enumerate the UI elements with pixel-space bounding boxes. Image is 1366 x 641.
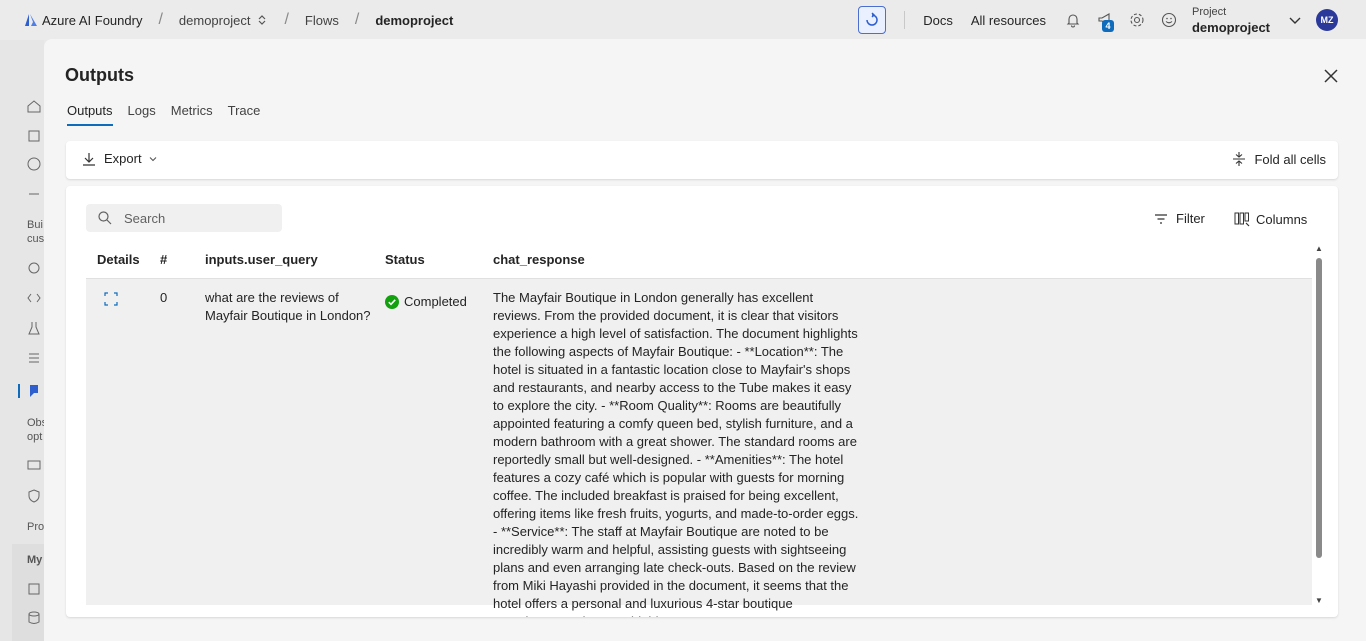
all-resources-link[interactable]: All resources <box>971 13 1046 28</box>
azure-logo-icon <box>25 14 37 26</box>
row-user-query: what are the reviews of Mayfair Boutique… <box>205 290 371 323</box>
check-circle-icon <box>385 295 399 309</box>
tab-metrics[interactable]: Metrics <box>171 103 213 126</box>
scroll-up-arrow[interactable]: ▲ <box>1314 244 1324 254</box>
fold-icon <box>1233 152 1246 166</box>
notification-badge: 4 <box>1101 20 1114 32</box>
close-button[interactable] <box>1322 67 1340 85</box>
bell-icon <box>1066 14 1080 28</box>
column-header-user-query[interactable]: inputs.user_query <box>205 252 318 267</box>
project-label: Project <box>1191 6 1227 18</box>
fold-all-cells-label: Fold all cells <box>1254 151 1326 167</box>
breadcrumb-separator: / <box>354 11 360 28</box>
panel-title: Outputs <box>65 65 134 85</box>
columns-button[interactable]: Columns <box>1234 211 1307 227</box>
vertical-scrollbar[interactable]: ▲ ▼ <box>1314 244 1324 606</box>
export-button[interactable]: Export <box>82 151 166 166</box>
filter-label: Filter <box>1176 211 1205 226</box>
docs-link[interactable]: Docs <box>923 13 953 28</box>
link-icon[interactable] <box>26 186 42 202</box>
home-icon[interactable] <box>26 98 42 114</box>
row-index: 0 <box>160 290 168 305</box>
avatar[interactable]: MZ <box>1316 9 1338 31</box>
breadcrumb-flows[interactable]: Flows <box>305 13 339 28</box>
expand-icon[interactable] <box>104 292 118 306</box>
breadcrumb-separator: / <box>284 11 289 28</box>
brand[interactable]: Azure AI Foundry <box>24 13 142 28</box>
columns-icon <box>1234 212 1250 227</box>
outputs-content: Filter Columns Details # inputs.user_que… <box>66 186 1338 617</box>
brand-name: Azure AI Foundry <box>42 12 143 28</box>
sparkle-icon[interactable] <box>26 260 42 276</box>
filter-button[interactable]: Filter <box>1154 211 1205 226</box>
search-input[interactable] <box>122 209 276 227</box>
outputs-panel: Outputs Outputs Logs Metrics Trace Expor… <box>44 39 1366 641</box>
notifications-button[interactable] <box>1064 11 1082 29</box>
search-box[interactable] <box>86 204 282 232</box>
rail-section-label: opt <box>27 431 43 443</box>
list-icon[interactable] <box>26 350 42 366</box>
filter-icon <box>1155 213 1167 224</box>
column-header-chat-response[interactable]: chat_response <box>493 252 585 267</box>
settings-button[interactable] <box>1128 11 1146 29</box>
rail-section-label: Obs <box>27 417 44 429</box>
breadcrumb-current[interactable]: demoproject <box>375 13 453 28</box>
feedback-button[interactable] <box>1160 11 1178 29</box>
breadcrumb-project[interactable]: demoproject <box>179 13 269 28</box>
table-row[interactable]: 0 what are the reviews of Mayfair Boutiq… <box>86 279 1312 617</box>
close-icon <box>1324 69 1338 83</box>
tab-logs[interactable]: Logs <box>128 103 156 126</box>
project-name: demoproject <box>1191 20 1270 35</box>
chevron-down-icon[interactable] <box>1288 13 1302 27</box>
column-header-index[interactable]: # <box>160 252 167 267</box>
code-icon[interactable] <box>26 290 42 306</box>
copilot-icon <box>866 12 878 26</box>
scroll-thumb[interactable] <box>1316 258 1322 558</box>
columns-label: Columns <box>1256 211 1308 227</box>
column-header-details[interactable]: Details <box>97 252 140 267</box>
database-icon[interactable] <box>26 610 42 626</box>
breadcrumb-separator: / <box>158 11 163 28</box>
prompt-flow-icon[interactable] <box>26 383 42 399</box>
tab-trace[interactable]: Trace <box>228 103 261 126</box>
divider <box>904 11 906 29</box>
rail-section-label: cus <box>27 233 44 245</box>
copilot-button[interactable] <box>858 6 887 34</box>
left-rail: Bui cus Obs opt Pro My <box>0 40 44 641</box>
project-selector[interactable]: Project demoproject <box>1192 4 1270 36</box>
active-indicator <box>18 384 20 398</box>
rail-section-label: Bui <box>27 219 43 231</box>
fold-all-cells-button[interactable]: Fold all cells <box>1232 151 1326 167</box>
row-status: Completed <box>385 293 467 311</box>
column-header-status[interactable]: Status <box>385 252 425 267</box>
flask-icon[interactable] <box>26 320 42 336</box>
row-chat-response: The Mayfair Boutique in London generally… <box>493 290 859 617</box>
cube-icon[interactable] <box>26 128 42 144</box>
export-label: Export <box>104 151 142 166</box>
toolbar: Export Fold all cells <box>66 141 1338 179</box>
announcements-button[interactable]: 4 <box>1096 11 1114 32</box>
rail-section-label: My <box>27 554 43 566</box>
table-header: Details # inputs.user_query Status chat_… <box>86 244 1312 279</box>
shield-icon[interactable] <box>26 488 42 504</box>
chevron-updown-icon <box>259 15 266 25</box>
top-bar: Azure AI Foundry / demoproject / Flows /… <box>0 0 1366 40</box>
search-icon <box>98 211 112 225</box>
scroll-down-arrow[interactable]: ▼ <box>1314 596 1324 606</box>
monitor-icon[interactable] <box>26 458 42 474</box>
rail-section-label: Pro <box>27 521 44 533</box>
box-icon[interactable] <box>26 581 42 597</box>
chevron-down-icon <box>149 156 156 161</box>
status-label: Completed <box>404 294 467 309</box>
tab-list: Outputs Logs Metrics Trace <box>67 103 275 126</box>
chat-icon[interactable] <box>26 156 42 172</box>
tab-outputs[interactable]: Outputs <box>67 103 113 126</box>
download-icon <box>83 152 95 166</box>
gear-icon <box>1130 13 1144 27</box>
smiley-icon <box>1161 12 1177 28</box>
